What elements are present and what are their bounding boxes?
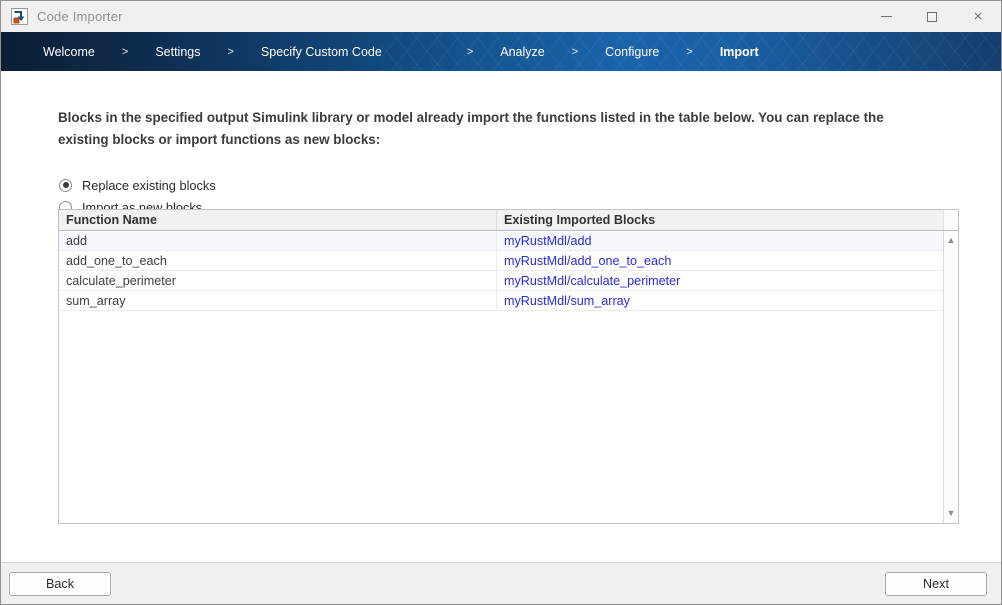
cell-existing-block: myRustMdl/add_one_to_each — [497, 251, 943, 270]
table-row[interactable]: add myRustMdl/add — [59, 231, 943, 251]
nav-step-welcome[interactable]: Welcome — [43, 45, 95, 59]
option-label: Replace existing blocks — [82, 178, 216, 193]
cell-function-name: calculate_perimeter — [59, 271, 497, 290]
radio-replace-existing[interactable] — [59, 179, 72, 192]
nav-separator: > — [572, 46, 578, 58]
footer-bar: Back Next — [1, 562, 1001, 604]
next-button[interactable]: Next — [885, 572, 987, 596]
nav-step-specify-custom-code[interactable]: Specify Custom Code — [261, 45, 382, 59]
instruction-text: Blocks in the specified output Simulink … — [1, 71, 961, 151]
wizard-nav-bar: Welcome > Settings > Specify Custom Code > Ana… — [1, 32, 1001, 71]
nav-separator: > — [227, 46, 233, 58]
nav-separator: > — [467, 46, 473, 58]
cell-function-name: sum_array — [59, 291, 497, 310]
minimize-button[interactable] — [863, 1, 909, 32]
back-button[interactable]: Back — [9, 572, 111, 596]
existing-block-link[interactable]: myRustMdl/sum_array — [504, 294, 630, 308]
cell-function-name: add — [59, 231, 497, 250]
column-header-existing-blocks[interactable]: Existing Imported Blocks — [497, 210, 943, 230]
nav-separator: > — [122, 46, 128, 58]
nav-step-analyze[interactable]: Analyze — [500, 45, 544, 59]
table-row[interactable]: sum_array myRustMdl/sum_array — [59, 291, 943, 311]
maximize-icon — [927, 12, 937, 22]
code-importer-window: Code Importer × Welcome > Settings > Specify… — [0, 0, 1002, 605]
option-replace-existing[interactable]: Replace existing blocks — [59, 174, 1001, 196]
main-content: Blocks in the specified output Simulink … — [1, 71, 1001, 563]
table-body: add myRustMdl/add add_one_to_each myRustMdl… — [59, 231, 943, 523]
maximize-button[interactable] — [909, 1, 955, 32]
scroll-down-icon[interactable]: ▼ — [944, 509, 958, 518]
vertical-scrollbar[interactable]: ▲ ▼ — [943, 231, 958, 523]
nav-step-configure[interactable]: Configure — [605, 45, 659, 59]
close-icon: × — [974, 9, 983, 24]
cell-existing-block: myRustMdl/sum_array — [497, 291, 943, 310]
cell-existing-block: myRustMdl/add — [497, 231, 943, 250]
existing-block-link[interactable]: myRustMdl/add — [504, 234, 592, 248]
column-header-spacer — [943, 210, 958, 230]
close-button[interactable]: × — [955, 1, 1001, 32]
cell-existing-block: myRustMdl/calculate_perimeter — [497, 271, 943, 290]
existing-block-link[interactable]: myRustMdl/add_one_to_each — [504, 254, 671, 268]
functions-table: Function Name Existing Imported Blocks a… — [58, 209, 959, 524]
nav-step-settings[interactable]: Settings — [155, 45, 200, 59]
nav-steps: Welcome > Settings > Specify Custom Code > Ana… — [1, 45, 759, 59]
nav-separator: > — [686, 46, 692, 58]
table-header: Function Name Existing Imported Blocks — [59, 210, 958, 231]
minimize-icon — [881, 16, 892, 17]
app-icon — [11, 8, 28, 25]
title-bar: Code Importer × — [1, 1, 1001, 32]
scroll-up-icon[interactable]: ▲ — [944, 236, 958, 245]
nav-step-import[interactable]: Import — [720, 45, 759, 59]
window-controls: × — [863, 1, 1001, 32]
table-row[interactable]: calculate_perimeter myRustMdl/calculate_p… — [59, 271, 943, 291]
column-header-function-name[interactable]: Function Name — [59, 210, 497, 230]
existing-block-link[interactable]: myRustMdl/calculate_perimeter — [504, 274, 680, 288]
cell-function-name: add_one_to_each — [59, 251, 497, 270]
table-row[interactable]: add_one_to_each myRustMdl/add_one_to_each — [59, 251, 943, 271]
window-title: Code Importer — [37, 9, 123, 24]
